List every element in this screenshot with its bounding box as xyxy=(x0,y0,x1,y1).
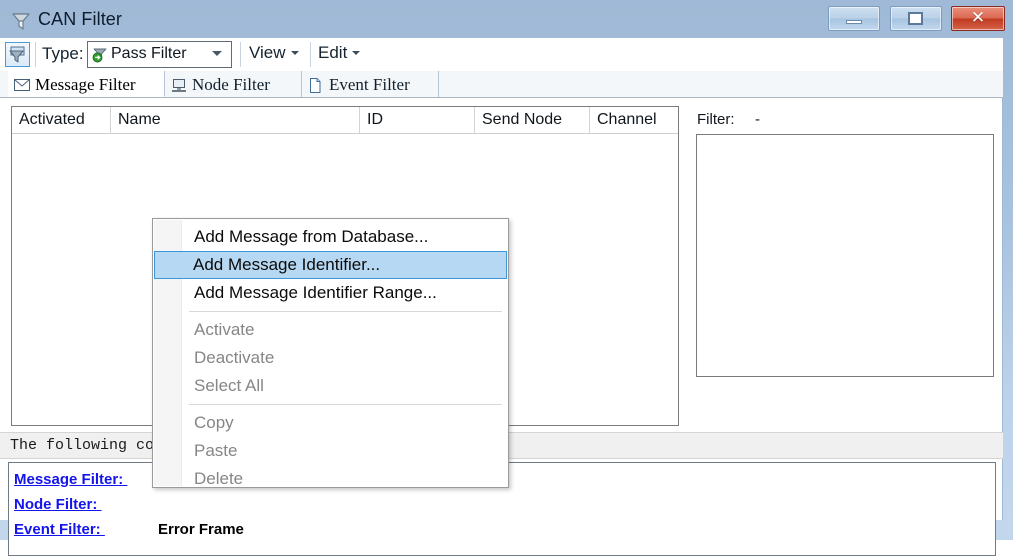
edit-menu-button[interactable]: Edit xyxy=(318,43,361,63)
filter-type-value: Pass Filter xyxy=(111,45,187,62)
close-icon: ✕ xyxy=(970,8,986,28)
menu-item-activate: Activate xyxy=(155,316,506,344)
filter-preview-label: Filter: xyxy=(697,111,735,128)
close-button[interactable]: ✕ xyxy=(951,6,1005,31)
menu-item-add-message-identifier-range[interactable]: Add Message Identifier Range... xyxy=(155,279,506,307)
link-node-filter[interactable]: Node Filter: xyxy=(14,496,102,513)
toolbar: Type: Pass Filter View Edit xyxy=(0,38,1003,72)
toolbar-separator-2 xyxy=(240,42,241,67)
chevron-down-icon xyxy=(352,51,361,55)
view-menu-label: View xyxy=(249,43,286,62)
filter-preview-panel: Filter: - xyxy=(683,106,996,426)
menu-item-label: Add Message Identifier Range... xyxy=(194,283,437,302)
node-computer-icon xyxy=(171,78,187,93)
menu-item-label: Paste xyxy=(194,441,238,460)
menu-item-label: Delete xyxy=(194,469,244,488)
context-menu-separator xyxy=(189,311,502,312)
summary-row-message-filter: Message Filter: xyxy=(14,467,127,491)
column-header-channel[interactable]: Channel xyxy=(590,107,678,133)
toolbar-separator-1 xyxy=(35,42,36,67)
chevron-down-icon xyxy=(212,51,222,56)
minimize-button[interactable] xyxy=(828,6,881,31)
tab-event-filter-label: Event Filter xyxy=(329,75,410,94)
filter-preview-box[interactable] xyxy=(696,134,994,377)
type-label: Type: xyxy=(42,44,84,63)
funnel-icon xyxy=(10,10,32,32)
link-message-filter[interactable]: Message Filter: xyxy=(14,471,127,488)
column-header-name[interactable]: Name xyxy=(111,107,360,133)
column-header-activated[interactable]: Activated xyxy=(12,107,111,133)
status-text: The following co xyxy=(10,437,155,454)
edit-menu-label: Edit xyxy=(318,43,348,62)
toolbar-separator-3 xyxy=(310,42,311,67)
menu-item-label: Select All xyxy=(194,376,264,395)
menu-item-delete: Delete xyxy=(155,465,506,493)
menu-item-add-message-identifier[interactable]: Add Message Identifier... xyxy=(154,251,507,279)
menu-item-deactivate: Deactivate xyxy=(155,344,506,372)
pass-filter-icon xyxy=(92,46,109,63)
menu-item-select-all: Select All xyxy=(155,372,506,400)
menu-item-label: Deactivate xyxy=(194,348,275,367)
window-title: CAN Filter xyxy=(38,9,123,29)
summary-row-node-filter: Node Filter: xyxy=(14,492,102,516)
tab-message-filter[interactable]: Message Filter xyxy=(8,71,165,97)
tab-strip: Message Filter Node Filter Event Filter xyxy=(0,71,1003,98)
summary-value-event-filter: Error Frame xyxy=(158,520,244,538)
chevron-down-icon xyxy=(290,51,299,55)
grid-context-menu[interactable]: Add Message from Database... Add Message… xyxy=(152,218,509,488)
filter-toggle-icon xyxy=(9,46,25,63)
tab-node-filter[interactable]: Node Filter xyxy=(165,71,302,97)
view-menu-button[interactable]: View xyxy=(249,43,299,63)
menu-item-label: Copy xyxy=(194,413,234,432)
menu-item-add-message-from-database[interactable]: Add Message from Database... xyxy=(155,223,506,251)
can-filter-window: CAN Filter ✕ Type: Pass Filter View Edit… xyxy=(0,0,1013,556)
column-header-id[interactable]: ID xyxy=(360,107,475,133)
maximize-button[interactable] xyxy=(889,6,942,31)
document-icon xyxy=(308,77,324,93)
filter-toggle-button[interactable] xyxy=(5,42,30,67)
menu-item-label: Activate xyxy=(194,320,255,339)
column-header-send-node[interactable]: Send Node xyxy=(475,107,590,133)
tab-message-filter-label: Message Filter xyxy=(35,74,136,94)
summary-row-event-filter: Event Filter: Error Frame xyxy=(14,517,244,541)
menu-item-copy: Copy xyxy=(155,409,506,437)
tab-event-filter[interactable]: Event Filter xyxy=(302,71,439,97)
context-menu-items: Add Message from Database... Add Message… xyxy=(153,223,508,493)
filter-preview-value: - xyxy=(755,111,760,128)
menu-item-label: Add Message from Database... xyxy=(194,227,429,246)
menu-item-label: Add Message Identifier... xyxy=(193,255,381,274)
window-controls: ✕ xyxy=(823,6,1005,32)
tab-node-filter-label: Node Filter xyxy=(192,75,270,94)
link-event-filter[interactable]: Event Filter: xyxy=(14,521,105,538)
maximize-icon xyxy=(891,7,941,30)
minimize-icon xyxy=(829,7,879,30)
menu-item-paste: Paste xyxy=(155,437,506,465)
filter-type-combo[interactable]: Pass Filter xyxy=(87,41,232,68)
envelope-icon xyxy=(14,77,30,92)
context-menu-separator xyxy=(189,404,502,405)
grid-header-row: Activated Name ID Send Node Channel xyxy=(12,107,678,134)
